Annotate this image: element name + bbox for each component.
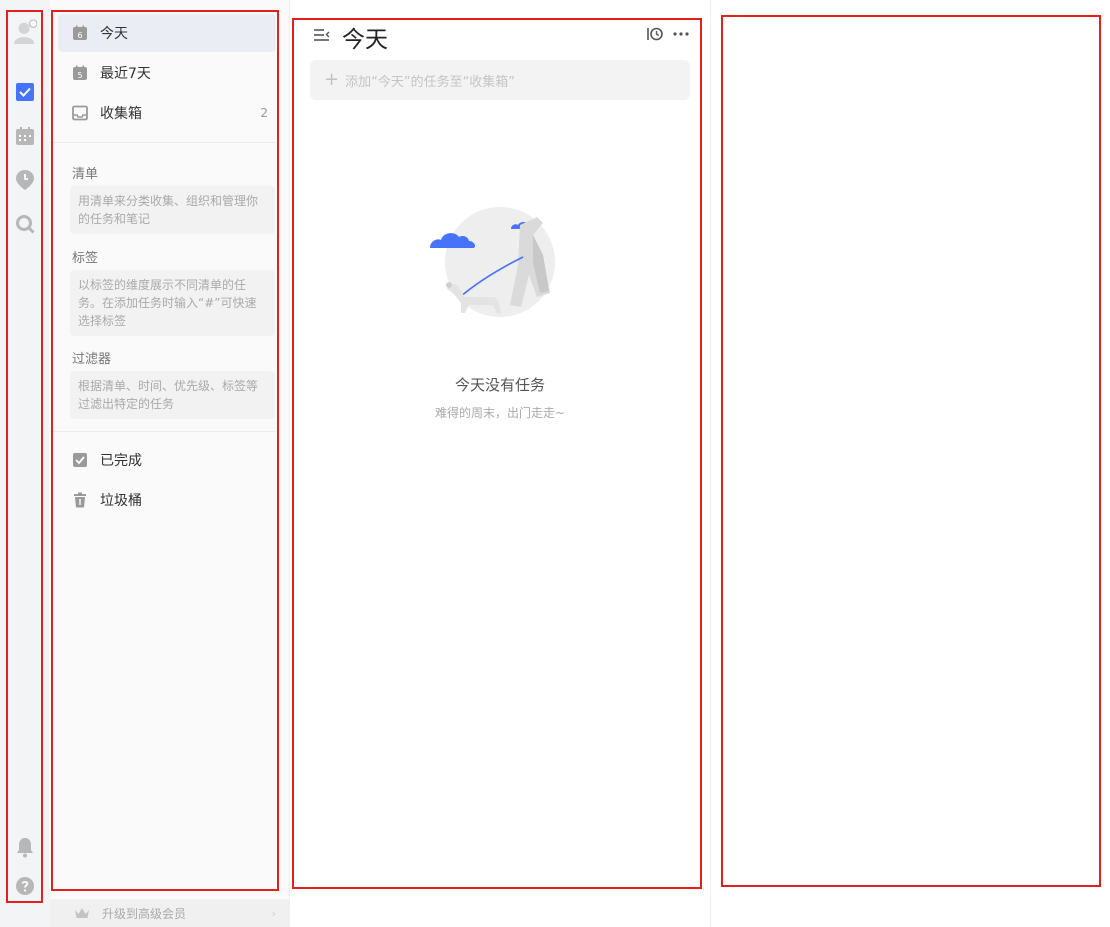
icon-rail — [0, 0, 50, 927]
chevron-right-icon: › — [271, 906, 276, 920]
sidebar-item-label: 收集箱 — [100, 106, 142, 122]
plus-icon: + — [324, 69, 340, 90]
checkbox-icon[interactable] — [13, 80, 37, 104]
empty-state-subtitle: 难得的周末，出门走走~ — [434, 406, 566, 420]
section-hint-filters: 根据清单、时间、优先级、标签等过滤出特定的任务 — [70, 371, 275, 419]
search-icon[interactable] — [13, 212, 37, 236]
inbox-icon — [72, 105, 88, 121]
today-date-number: 6 — [77, 31, 82, 40]
sidebar-divider — [50, 431, 276, 432]
highlight-box-main — [292, 18, 702, 889]
upgrade-label: 升级到高级会员 — [102, 906, 187, 921]
calendar-today-icon: 6 — [72, 25, 88, 41]
sidebar-divider — [50, 142, 276, 143]
sidebar-item-label: 已完成 — [100, 453, 142, 469]
inbox-count-badge: 2 — [260, 106, 268, 120]
calendar-icon[interactable] — [13, 124, 37, 148]
section-title-lists[interactable]: 清单 — [72, 163, 98, 182]
section-title-tags[interactable]: 标签 — [72, 247, 98, 266]
sidebar-item-inbox[interactable]: 收集箱 2 — [58, 94, 276, 132]
sidebar-item-trash[interactable]: 垃圾桶 — [58, 481, 276, 519]
sidebar-item-next7days[interactable]: 5 最近7天 — [58, 54, 276, 92]
section-hint-lists: 用清单来分类收集、组织和管理你的任务和笔记 — [70, 186, 275, 234]
completed-icon — [72, 452, 88, 468]
calendar-week-icon: 5 — [72, 65, 88, 81]
panel-divider — [710, 0, 711, 927]
more-options-icon[interactable] — [672, 26, 690, 42]
avatar[interactable] — [13, 19, 37, 44]
help-icon[interactable] — [13, 874, 37, 898]
add-task-placeholder: 添加“今天”的任务至“收集箱” — [345, 74, 516, 90]
crown-icon — [74, 904, 90, 923]
sidebar-item-completed[interactable]: 已完成 — [58, 441, 276, 479]
empty-state-illustration — [425, 205, 560, 325]
add-task-input[interactable]: + 添加“今天”的任务至“收集箱” — [310, 60, 690, 100]
pomodoro-icon[interactable] — [13, 168, 37, 192]
collapse-menu-icon[interactable] — [313, 26, 331, 44]
sidebar-item-today[interactable]: 6 今天 — [58, 14, 276, 52]
trash-icon — [72, 492, 88, 508]
sidebar-item-label: 最近7天 — [100, 66, 151, 82]
sidebar-item-label: 今天 — [100, 26, 128, 42]
page-title: 今天 — [342, 27, 388, 53]
sidebar: 6 今天 5 最近7天 收集箱 2 清单 用清单来分类收集、组织和管理你的任务和… — [50, 0, 290, 927]
week-date-number: 5 — [77, 71, 82, 80]
sidebar-item-label: 垃圾桶 — [100, 493, 142, 509]
bell-icon[interactable] — [13, 835, 37, 859]
history-icon[interactable] — [646, 26, 664, 42]
section-hint-tags: 以标签的维度展示不同清单的任务。在添加任务时输入“#”可快速选择标签 — [70, 270, 275, 336]
upgrade-button[interactable]: 升级到高级会员 › — [50, 899, 290, 927]
empty-state-title: 今天没有任务 — [454, 376, 545, 394]
section-title-filters[interactable]: 过滤器 — [72, 348, 111, 367]
highlight-box-detail — [721, 15, 1101, 887]
